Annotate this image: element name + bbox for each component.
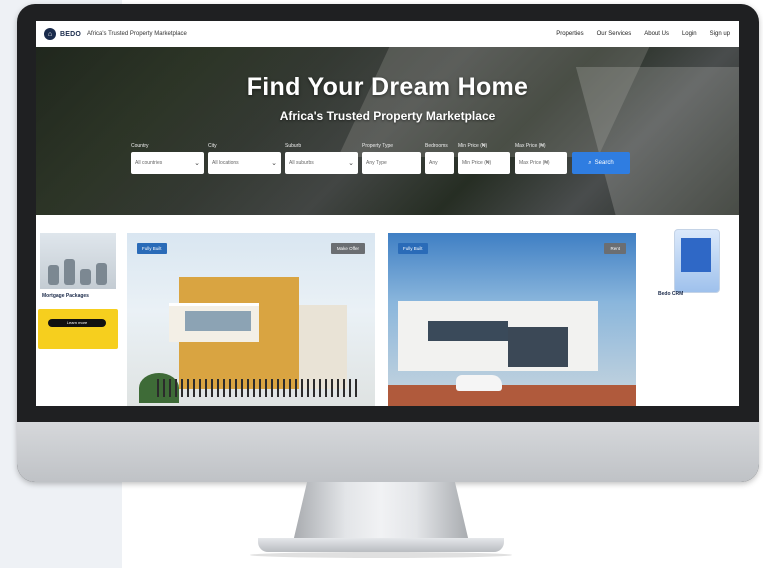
min-price-input[interactable]: Min Price (₦) bbox=[458, 152, 510, 174]
property-type-label: Property Type bbox=[362, 143, 394, 149]
property-type-filter: Property Type Any Type bbox=[362, 143, 421, 174]
crm-ad-label: Bedo CRM bbox=[658, 291, 684, 297]
nav-link-about[interactable]: About Us bbox=[644, 31, 669, 37]
mortgage-ad-banner: Learn more bbox=[38, 309, 118, 349]
listing-card[interactable]: Fully Built Make Offer bbox=[127, 233, 375, 406]
house-image bbox=[299, 305, 347, 389]
listing-status-badge: Fully Built bbox=[398, 243, 428, 254]
monitor-chin bbox=[17, 422, 759, 482]
house-window bbox=[185, 311, 251, 331]
monitor: ⌂ BEDO Africa's Trusted Property Marketp… bbox=[17, 4, 759, 482]
nav-links: Properties Our Services About Us Login S… bbox=[556, 31, 730, 37]
nav-link-signup[interactable]: Sign up bbox=[710, 31, 730, 37]
country-value: All countries bbox=[135, 160, 163, 166]
max-price-input[interactable]: Max Price (₦) bbox=[515, 152, 567, 174]
house-fence bbox=[157, 379, 357, 397]
city-select[interactable]: All locations ⌄ bbox=[208, 152, 281, 174]
country-label: Country bbox=[131, 143, 149, 149]
property-type-select[interactable]: Any Type bbox=[362, 152, 421, 174]
monitor-base bbox=[258, 538, 504, 552]
nav-tagline: Africa's Trusted Property Marketplace bbox=[87, 31, 187, 37]
city-label: City bbox=[208, 143, 217, 149]
phone-screen bbox=[681, 238, 711, 272]
mortgage-ad-graphic bbox=[80, 269, 91, 285]
nav-link-services[interactable]: Our Services bbox=[597, 31, 632, 37]
min-price-filter: Min Price (₦) Min Price (₦) bbox=[458, 143, 510, 174]
car bbox=[456, 375, 502, 391]
boundary-wall bbox=[388, 385, 636, 406]
monitor-stand bbox=[293, 482, 469, 542]
max-price-placeholder: Max Price (₦) bbox=[519, 160, 550, 166]
hero-banner: Find Your Dream Home Africa's Trusted Pr… bbox=[36, 47, 739, 215]
mortgage-ad-button[interactable]: Learn more bbox=[48, 319, 106, 327]
hero-title: Find Your Dream Home bbox=[246, 73, 529, 101]
logo-text: BEDO bbox=[60, 30, 82, 38]
mortgage-ad-title: Mortgage Packages bbox=[42, 293, 89, 299]
house-window bbox=[428, 321, 508, 341]
hero-subtitle: Africa's Trusted Property Marketplace bbox=[279, 109, 496, 123]
nav-link-properties[interactable]: Properties bbox=[556, 31, 583, 37]
suburb-label: Suburb bbox=[285, 143, 302, 149]
min-price-label: Min Price (₦) bbox=[458, 143, 488, 149]
mortgage-ad[interactable]: Mortgage Packages Learn more bbox=[38, 233, 118, 379]
bedrooms-filter: Bedrooms Any bbox=[425, 143, 454, 174]
bedrooms-label: Bedrooms bbox=[425, 143, 448, 149]
city-value: All locations bbox=[212, 160, 239, 166]
bedrooms-select[interactable]: Any bbox=[425, 152, 454, 174]
max-price-filter: Max Price (₦) Max Price (₦) bbox=[515, 143, 567, 174]
country-select[interactable]: All countries ⌄ bbox=[131, 152, 204, 174]
website-screen: ⌂ BEDO Africa's Trusted Property Marketp… bbox=[36, 21, 739, 406]
listing-status-badge: Fully Built bbox=[137, 243, 167, 254]
monitor-shadow bbox=[250, 552, 512, 558]
country-filter: Country All countries ⌄ bbox=[131, 143, 204, 174]
chevron-down-icon: ⌄ bbox=[348, 160, 354, 167]
chevron-down-icon: ⌄ bbox=[271, 160, 277, 167]
logo-icon: ⌂ bbox=[44, 28, 56, 40]
house-annex bbox=[508, 327, 568, 367]
nav-link-login[interactable]: Login bbox=[682, 31, 697, 37]
search-icon: ⌕ bbox=[588, 159, 592, 166]
mortgage-ad-image bbox=[40, 233, 116, 289]
suburb-select[interactable]: All suburbs ⌄ bbox=[285, 152, 358, 174]
search-button[interactable]: ⌕ Search bbox=[572, 152, 630, 174]
suburb-filter: Suburb All suburbs ⌄ bbox=[285, 143, 358, 174]
listing-action-button[interactable]: Make Offer bbox=[330, 243, 365, 254]
mortgage-ad-graphic bbox=[96, 263, 107, 285]
chevron-down-icon: ⌄ bbox=[194, 160, 200, 167]
phone-mockup bbox=[674, 229, 720, 293]
mortgage-ad-graphic bbox=[48, 265, 59, 285]
logo[interactable]: ⌂ BEDO bbox=[44, 28, 81, 40]
crm-ad[interactable]: Bedo CRM bbox=[656, 229, 728, 309]
mortgage-ad-graphic bbox=[64, 259, 75, 285]
listing-action-button[interactable]: Rent bbox=[604, 243, 626, 254]
listing-card[interactable]: Fully Built Rent bbox=[388, 233, 636, 406]
navbar: ⌂ BEDO Africa's Trusted Property Marketp… bbox=[36, 21, 739, 48]
bedrooms-value: Any bbox=[429, 160, 438, 166]
listings-section: Mortgage Packages Learn more Fully Built… bbox=[36, 215, 739, 406]
suburb-value: All suburbs bbox=[289, 160, 314, 166]
max-price-label: Max Price (₦) bbox=[515, 143, 546, 149]
city-filter: City All locations ⌄ bbox=[208, 143, 281, 174]
min-price-placeholder: Min Price (₦) bbox=[462, 160, 492, 166]
property-type-value: Any Type bbox=[366, 160, 387, 166]
search-button-label: Search bbox=[594, 160, 614, 166]
